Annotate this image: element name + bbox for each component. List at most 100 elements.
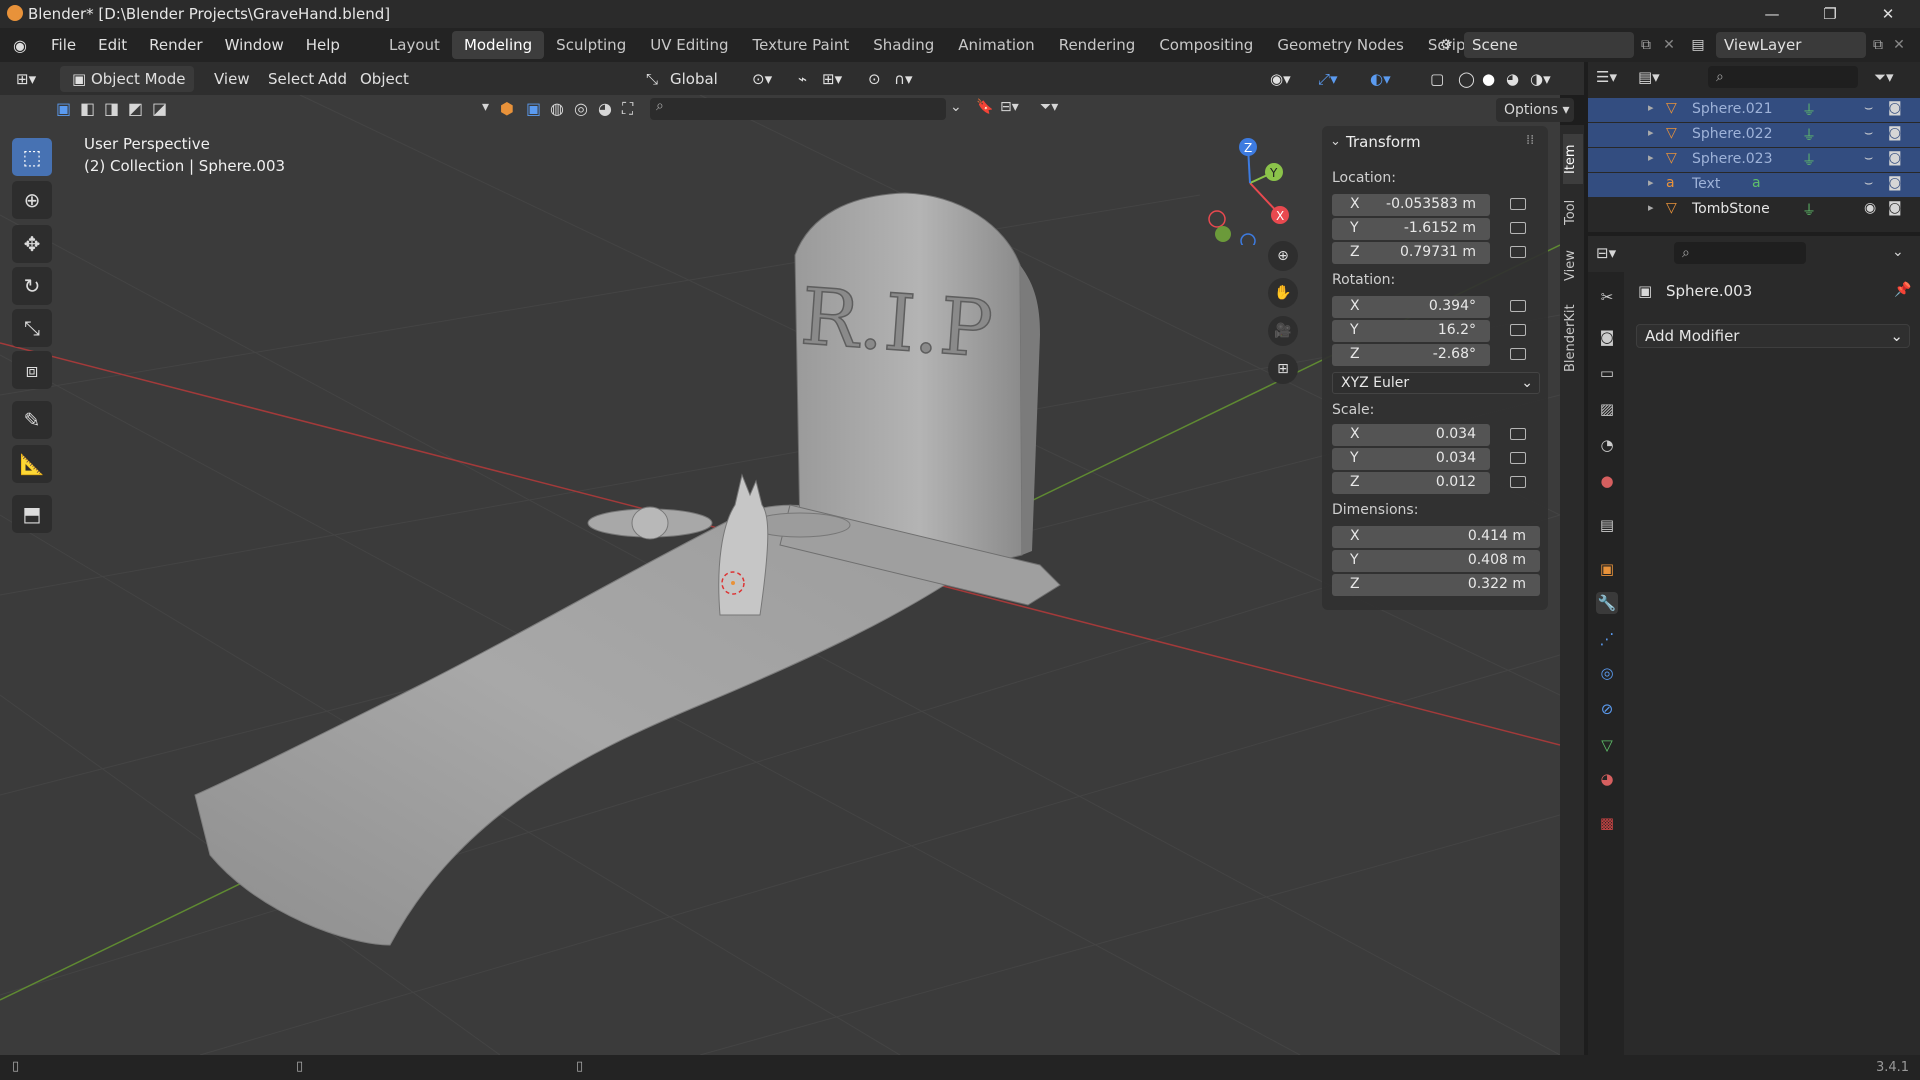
expand-arrow-icon[interactable]: ▸	[1648, 126, 1654, 139]
location-x-field[interactable]: X -0.053583 m	[1332, 194, 1490, 216]
new-scene-icon[interactable]: ⧉	[1634, 37, 1658, 53]
hide-eye-icon[interactable]: ⌣	[1864, 100, 1873, 116]
view-layer-properties-icon[interactable]: ▨	[1596, 398, 1618, 420]
chevron-down-icon[interactable]: ⌄	[1892, 244, 1904, 260]
output-properties-icon[interactable]: ▭	[1596, 362, 1618, 384]
tab-blenderkit[interactable]: BlenderKit	[1563, 300, 1583, 376]
expand-arrow-icon[interactable]: ▸	[1648, 101, 1654, 114]
tab-tool[interactable]: Tool	[1563, 192, 1583, 232]
expand-arrow-icon[interactable]: ▸	[1648, 176, 1654, 189]
tab-geometry-nodes[interactable]: Geometry Nodes	[1265, 31, 1416, 59]
annotate-tool[interactable]: ✎	[12, 401, 52, 439]
scene-selector-icon[interactable]: ⚙	[1428, 37, 1464, 53]
menu-file[interactable]: File	[40, 31, 87, 59]
restrict-viewport-icon[interactable]: ◕	[598, 99, 612, 118]
outliner-row[interactable]: ▸ ▽ Sphere.021 ⏚ ⌣ ◙	[1588, 98, 1920, 122]
view-layer-icon[interactable]: ▤	[1680, 37, 1716, 53]
rotation-z-field[interactable]: Z -2.68°	[1332, 344, 1490, 366]
pin-icon[interactable]: 📌	[1894, 282, 1911, 298]
location-z-field[interactable]: Z 0.79731 m	[1332, 242, 1490, 264]
zombie-hand[interactable]	[718, 473, 769, 616]
sort-icon[interactable]: ⊟▾	[1000, 99, 1019, 115]
hide-eye-icon[interactable]: ⌣	[1864, 125, 1873, 141]
select-mode-extend-icon[interactable]: ◧	[80, 99, 95, 118]
tab-compositing[interactable]: Compositing	[1147, 31, 1265, 59]
scene-name-field[interactable]: Scene	[1464, 32, 1634, 58]
dimensions-x-field[interactable]: X 0.414 m	[1332, 526, 1540, 548]
lock-icon[interactable]	[1510, 300, 1526, 312]
transform-section-title[interactable]: Transform	[1346, 133, 1421, 151]
cursor-tool[interactable]: ⊕	[12, 181, 52, 219]
add-modifier-dropdown[interactable]: Add Modifier ⌄	[1636, 324, 1910, 348]
pivot-point-icon[interactable]: ⊙▾	[746, 67, 778, 91]
overlays-icon[interactable]: ◐▾	[1364, 67, 1397, 91]
expand-arrow-icon[interactable]: ▸	[1648, 151, 1654, 164]
maximize-button[interactable]: ❐	[1800, 0, 1860, 28]
tab-animation[interactable]: Animation	[946, 31, 1046, 59]
dropdown-chevron-icon[interactable]: ▾	[482, 99, 489, 115]
render-camera-icon[interactable]: ◙	[1888, 125, 1902, 141]
particles-properties-icon[interactable]: ⋰	[1596, 628, 1618, 650]
measure-tool[interactable]: 📐	[12, 445, 52, 483]
proportional-edit-icon[interactable]: ⊙	[862, 67, 887, 91]
scene-properties-icon[interactable]: ◔	[1596, 434, 1618, 456]
properties-search-input[interactable]: ⌕	[1674, 242, 1806, 264]
lock-icon[interactable]	[1510, 428, 1526, 440]
delete-scene-icon[interactable]: ✕	[1658, 37, 1680, 53]
grave-dirt-mound[interactable]	[194, 504, 961, 946]
scale-tool[interactable]: ⤡	[12, 309, 52, 347]
perspective-grid-icon[interactable]: ⊞	[1268, 354, 1298, 384]
rotation-mode-dropdown[interactable]: XYZ Euler ⌄	[1332, 372, 1540, 394]
outliner-row[interactable]: ▸ a Text a ⌣ ◙	[1588, 173, 1920, 197]
filter-chevron-icon[interactable]: ⌄	[950, 99, 962, 115]
outliner-row[interactable]: ▸ ▽ TombStone ⏚ ◉ ◙	[1588, 198, 1920, 222]
tab-view[interactable]: View	[1563, 244, 1583, 288]
scale-y-field[interactable]: Y 0.034	[1332, 448, 1490, 470]
constraints-properties-icon[interactable]: ⊘	[1596, 698, 1618, 720]
lock-icon[interactable]	[1510, 198, 1526, 210]
move-tool[interactable]: ✥	[12, 225, 52, 263]
dimensions-y-field[interactable]: Y 0.408 m	[1332, 550, 1540, 572]
menu-edit[interactable]: Edit	[87, 31, 138, 59]
camera-icon[interactable]: 🎥	[1268, 316, 1298, 346]
scale-z-field[interactable]: Z 0.012	[1332, 472, 1490, 494]
snap-icon[interactable]: ⌁	[792, 67, 813, 91]
world-properties-icon[interactable]: ●	[1596, 470, 1618, 492]
mode-selector[interactable]: ▣ Object Mode ▾	[60, 66, 194, 114]
menu-add[interactable]: Add	[312, 67, 353, 91]
collection-properties-icon[interactable]: ▤	[1596, 514, 1618, 536]
tab-texture-paint[interactable]: Texture Paint	[740, 31, 861, 59]
tombstone-text[interactable]: R.I.P	[797, 271, 996, 376]
select-mode-subtract-icon[interactable]: ◨	[104, 99, 119, 118]
properties-editor-icon[interactable]: ⊟▾	[1596, 244, 1616, 262]
select-mode-intersect-icon[interactable]: ◪	[152, 99, 167, 118]
material-shading-icon[interactable]: ◕	[1500, 67, 1525, 91]
tab-sculpting[interactable]: Sculpting	[544, 31, 638, 59]
visibility-icon[interactable]: ◉▾	[1264, 67, 1297, 91]
lock-icon[interactable]	[1510, 476, 1526, 488]
navigation-gizmo[interactable]: X Y Z	[1200, 135, 1310, 245]
visible-eye-icon[interactable]: ◉	[1864, 200, 1876, 216]
restrict-view-icon[interactable]: ◍	[550, 99, 564, 118]
physics-properties-icon[interactable]: ◎	[1596, 662, 1618, 684]
view-layer-field[interactable]: ViewLayer	[1716, 32, 1866, 58]
pan-hand-icon[interactable]: ✋	[1268, 278, 1298, 308]
rendered-shading-icon[interactable]: ◑▾	[1524, 67, 1557, 91]
filter-funnel-icon[interactable]: ⏷▾	[1040, 99, 1058, 115]
hide-eye-icon[interactable]: ⌣	[1864, 150, 1873, 166]
expand-arrow-icon[interactable]: ▸	[1648, 201, 1654, 214]
tab-modeling[interactable]: Modeling	[451, 31, 545, 59]
outliner-row[interactable]: ▸ ▽ Sphere.022 ⏚ ⌣ ◙	[1588, 123, 1920, 147]
collapse-chevron-icon[interactable]: ⌄	[1330, 134, 1341, 149]
snap-target-icon[interactable]: ⊞▾	[816, 67, 848, 91]
editor-type-icon[interactable]: ⊞▾	[10, 67, 42, 91]
transform-orientation-dropdown[interactable]: Global	[664, 67, 724, 91]
add-cube-tool[interactable]: ⬒	[12, 495, 52, 533]
blender-menu-icon[interactable]: ◉	[0, 36, 40, 55]
flower-left[interactable]	[587, 506, 713, 540]
tool-settings-icon[interactable]: ✂	[1596, 286, 1618, 308]
close-button[interactable]: ✕	[1858, 0, 1918, 28]
menu-window[interactable]: Window	[214, 31, 295, 59]
restrict-render-icon[interactable]: ◎	[574, 99, 588, 118]
outliner-editor-icon[interactable]: ☰▾	[1596, 68, 1617, 86]
